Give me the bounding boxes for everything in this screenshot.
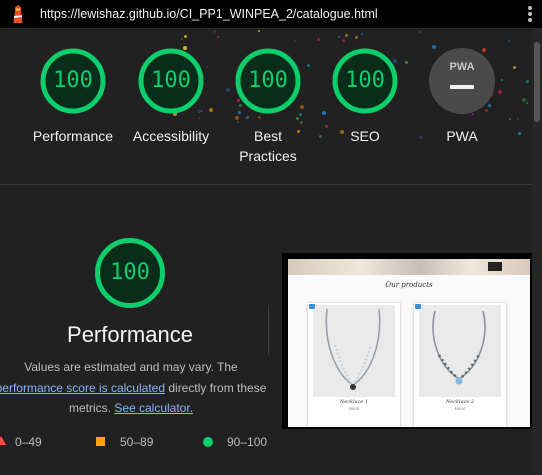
confetti-dot: [226, 88, 231, 93]
confetti-dot: [501, 79, 504, 82]
confetti-dot: [208, 107, 213, 112]
cart-icon: [415, 304, 421, 309]
confetti-dot: [517, 117, 520, 120]
product-price: £45.00: [454, 407, 466, 411]
screenshot-nav-button: [488, 262, 502, 271]
gauge-label: PWA: [446, 128, 478, 144]
description-text: directly from these: [165, 380, 267, 395]
confetti-dot: [355, 35, 359, 39]
vertical-divider: [268, 305, 269, 355]
score-calculated-link[interactable]: performance score is calculated: [0, 381, 165, 395]
product-name: Necklace 1: [339, 399, 369, 405]
pass-circle-icon: [203, 437, 213, 447]
product-card: Necklace 1 £45.00: [308, 303, 400, 427]
gauge-label: Best Practices: [239, 128, 297, 164]
pwa-badge-icon: PWA: [429, 48, 495, 114]
gauge-label: Accessibility: [132, 128, 210, 144]
confetti-dot: [509, 118, 512, 121]
average-square-icon: [96, 437, 105, 446]
confetti-dot: [360, 32, 363, 35]
legend-average-label: 50–89: [120, 435, 154, 449]
address-bar: https://lewishaz.github.io/CI_PP1_WINPEA…: [0, 0, 542, 29]
confetti-dot: [317, 38, 321, 42]
url-text[interactable]: https://lewishaz.github.io/CI_PP1_WINPEA…: [40, 7, 378, 21]
lighthouse-icon: [13, 5, 23, 23]
necklace-icon: [325, 308, 381, 390]
section-divider: [0, 184, 542, 185]
confetti-dot: [216, 35, 219, 38]
product-image: [313, 305, 395, 397]
confetti-dot: [418, 31, 421, 34]
see-calculator-link[interactable]: See calculator.: [114, 401, 193, 415]
confetti-dot: [508, 39, 511, 42]
gauge-best-practices[interactable]: 100 Best Practices: [233, 48, 303, 166]
gauge-performance[interactable]: 100 Performance: [33, 48, 113, 146]
screenshot-nav-banner: [288, 259, 530, 275]
performance-description: Values are estimated and may vary. The p…: [0, 357, 270, 419]
page-screenshot-thumbnail[interactable]: Our products Necklace 1 £45.00 Necklace …: [282, 253, 532, 429]
confetti-dot: [497, 89, 502, 94]
confetti-dot: [526, 102, 529, 105]
confetti-dot: [345, 33, 349, 37]
pwa-dash-icon: [450, 85, 474, 89]
confetti-dot: [337, 35, 340, 38]
confetti-dot: [184, 35, 188, 39]
kebab-menu-icon[interactable]: [527, 6, 533, 24]
confetti-dot: [205, 66, 208, 69]
confetti-dot: [321, 111, 326, 116]
confetti-dot: [521, 98, 526, 103]
screenshot-heading: Our products: [385, 281, 433, 289]
product-name: Necklace 2: [445, 399, 475, 405]
gauge-score: 100: [53, 68, 93, 93]
gauge-accessibility[interactable]: 100 Accessibility: [133, 48, 209, 146]
performance-score-gauge: 100: [94, 237, 166, 309]
screenshot-page: Our products Necklace 1 £45.00 Necklace …: [288, 259, 530, 427]
product-image: [419, 305, 501, 397]
product-price: £45.00: [348, 407, 360, 411]
gauge-score: 100: [151, 68, 191, 93]
description-text: metrics.: [68, 401, 115, 415]
legend-fail-label: 0–49: [15, 435, 42, 449]
confetti-dot: [257, 30, 260, 32]
performance-title: Performance: [67, 322, 193, 347]
confetti-dot: [526, 80, 530, 84]
confetti-dot: [294, 39, 297, 42]
gauge-pwa[interactable]: PWA PWA: [427, 48, 497, 146]
confetti-dot: [342, 38, 346, 42]
confetti-dot: [212, 30, 216, 34]
confetti-dot: [306, 64, 310, 68]
pwa-badge-text: PWA: [449, 61, 475, 73]
confetti-dot: [512, 65, 516, 69]
confetti-dot: [405, 60, 409, 64]
gauge-score: 100: [345, 68, 385, 93]
performance-score: 100: [110, 260, 150, 285]
gauge-score: 100: [248, 68, 288, 93]
description-text: Values are estimated and may vary. The: [24, 360, 238, 374]
cart-icon: [309, 304, 315, 309]
fail-triangle-icon: [0, 436, 6, 445]
legend-pass-label: 90–100: [227, 435, 268, 449]
product-card: Necklace 2 £45.00: [414, 303, 506, 427]
necklace-icon: [432, 310, 486, 385]
scrollbar[interactable]: [532, 30, 542, 475]
confetti-dot: [181, 37, 184, 40]
scrollbar-thumb[interactable]: [534, 42, 540, 122]
scores-header: 100 Performance 100 Accessibility 100 Be…: [0, 30, 542, 184]
gauge-seo[interactable]: 100 SEO: [330, 48, 400, 146]
